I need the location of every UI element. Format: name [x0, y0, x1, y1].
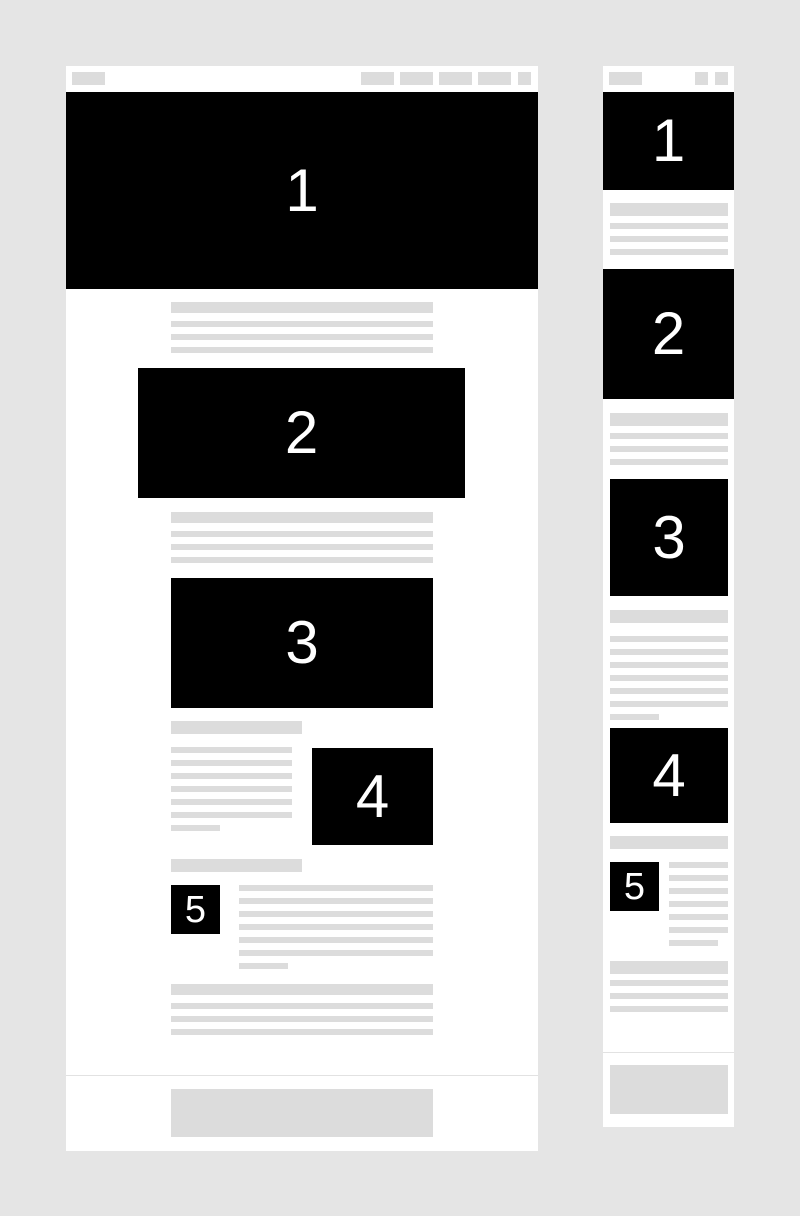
mobile-text-line [669, 888, 728, 894]
desktop-text-line [171, 557, 433, 563]
desktop-nav-item [439, 72, 472, 85]
desktop-block-4: 4 [312, 748, 433, 845]
desktop-text-line [171, 321, 433, 327]
desktop-block-5: 5 [171, 885, 220, 934]
desktop-text-line [171, 1003, 433, 1009]
mobile-text-line [610, 433, 728, 439]
desktop-nav-item [361, 72, 394, 85]
desktop-text-line [171, 812, 292, 818]
mobile-text-line [610, 1006, 728, 1012]
desktop-heading-placeholder [171, 984, 433, 995]
mobile-text-line [669, 914, 728, 920]
mobile-frame: 1 2 3 4 5 [603, 66, 734, 1127]
mobile-text-line [610, 701, 728, 707]
mobile-block-3: 3 [610, 479, 728, 596]
mobile-text-line [610, 223, 728, 229]
mobile-text-line [610, 980, 728, 986]
mobile-heading-placeholder [610, 961, 728, 974]
desktop-nav-item [478, 72, 511, 85]
desktop-text-line [171, 1029, 433, 1035]
mobile-text-line [610, 688, 728, 694]
mobile-text-line [669, 901, 728, 907]
desktop-text-line [171, 825, 220, 831]
desktop-text-line [171, 347, 433, 353]
mobile-heading-placeholder [610, 610, 728, 623]
mobile-footer-placeholder [610, 1065, 728, 1114]
desktop-text-line [239, 937, 433, 943]
mobile-text-line [669, 875, 728, 881]
mobile-text-line [610, 446, 728, 452]
mobile-text-line [610, 649, 728, 655]
desktop-text-line [239, 924, 433, 930]
desktop-text-line [171, 773, 292, 779]
desktop-text-line [171, 544, 433, 550]
desktop-logo-placeholder [72, 72, 105, 85]
desktop-text-line [239, 885, 433, 891]
mobile-text-line [610, 714, 659, 720]
desktop-text-line [171, 531, 433, 537]
mobile-heading-placeholder [610, 413, 728, 426]
mobile-text-line [610, 636, 728, 642]
desktop-text-line [171, 747, 292, 753]
mobile-text-line [669, 862, 728, 868]
desktop-nav-item [518, 72, 531, 85]
desktop-text-line [239, 898, 433, 904]
mobile-nav-item [715, 72, 728, 85]
mobile-text-line [610, 993, 728, 999]
mobile-heading-placeholder [610, 203, 728, 216]
desktop-text-line [239, 963, 288, 969]
mobile-text-line [669, 940, 718, 946]
mobile-heading-placeholder [610, 836, 728, 849]
desktop-text-line [239, 950, 433, 956]
mobile-block-5: 5 [610, 862, 659, 911]
desktop-text-line [239, 911, 433, 917]
desktop-block-1: 1 [66, 92, 538, 289]
desktop-heading-placeholder [171, 721, 302, 734]
mobile-logo-placeholder [609, 72, 642, 85]
desktop-text-line [171, 760, 292, 766]
desktop-text-line [171, 799, 292, 805]
desktop-block-2: 2 [138, 368, 465, 498]
mobile-block-2: 2 [603, 269, 734, 399]
desktop-heading-placeholder [171, 302, 433, 313]
desktop-frame: 1 2 3 4 5 [66, 66, 538, 1151]
mobile-text-line [610, 662, 728, 668]
mobile-text-line [610, 249, 728, 255]
desktop-heading-placeholder [171, 512, 433, 523]
desktop-text-line [171, 334, 433, 340]
mobile-block-1: 1 [603, 92, 734, 190]
mobile-text-line [669, 927, 728, 933]
desktop-footer-divider [66, 1075, 538, 1076]
desktop-block-3: 3 [171, 578, 433, 708]
desktop-text-line [171, 786, 292, 792]
mobile-footer-divider [603, 1052, 734, 1053]
desktop-heading-placeholder [171, 859, 302, 872]
mobile-text-line [610, 236, 728, 242]
desktop-text-line [171, 1016, 433, 1022]
mobile-text-line [610, 675, 728, 681]
desktop-nav-item [400, 72, 433, 85]
mobile-text-line [610, 459, 728, 465]
desktop-footer-placeholder [171, 1089, 433, 1137]
mobile-block-4: 4 [610, 728, 728, 823]
mobile-nav-item [695, 72, 708, 85]
